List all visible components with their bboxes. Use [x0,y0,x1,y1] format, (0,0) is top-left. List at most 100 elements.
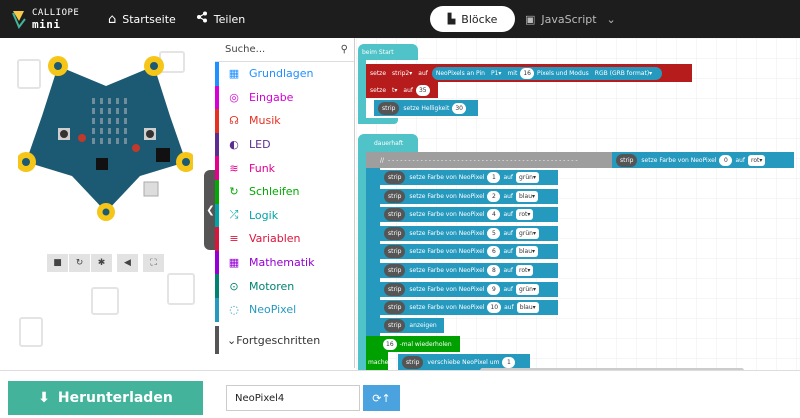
strip-pill[interactable]: strip [378,101,400,115]
repeat-block[interactable]: 16 -mal wiederholen [366,336,460,352]
color-text: blau [519,248,533,256]
color-dropdown[interactable]: grün ▾ [516,227,539,239]
pixel-count-field[interactable]: 16 [520,67,534,79]
category-motoren[interactable]: ⊙ Motoren [215,274,354,298]
pixel-index-field[interactable]: 0 [719,154,733,166]
chevron-down-icon: ⌄ [606,12,616,26]
download-button[interactable]: ⬇ Herunterladen [8,381,203,415]
pixel-index-field[interactable]: 9 [487,283,501,295]
strip-pill[interactable]: strip [384,282,406,296]
fullscreen-icon[interactable]: ⛶ [143,254,164,272]
blocks-workspace[interactable]: beim Start setze strip2 ▾ auf NeoPixels a… [356,38,800,370]
to-label: auf [503,211,514,219]
pixel-index-field[interactable]: 5 [487,227,501,239]
toolbox-search[interactable]: Suche... ⚲ [215,38,354,62]
strip-pill[interactable]: strip [384,189,406,203]
t-value-field[interactable]: 35 [415,84,430,96]
strip-pill[interactable]: strip [384,319,406,332]
restart-icon[interactable]: ↻ [69,254,90,272]
color-dropdown[interactable]: grün ▾ [516,283,539,295]
set-pixel-color-block[interactable]: strip setze Farbe von NeoPixel 10 auf blau ▾ [380,300,558,316]
color-dropdown[interactable]: blau ▾ [516,246,539,258]
set-brightness-block[interactable]: strip setze Helligkeit 30 [374,100,478,116]
category-logik[interactable]: ⤮ Logik [215,203,354,228]
pixel-index-field[interactable]: 10 [487,302,502,314]
strip-pill[interactable]: strip [616,153,638,167]
strip-pill[interactable]: strip [384,264,406,277]
chevron-left-icon: ❮ [206,204,215,216]
set-pixel-color-block[interactable]: strip setze Farbe von NeoPixel 8 auf rot ▾ [380,263,558,278]
strip-pill[interactable]: strip [384,208,406,222]
javascript-mode-button[interactable]: ▣ JavaScript ⌄ [525,13,616,26]
home-nav[interactable]: ⌂ Startseite [108,12,176,27]
set-t-block[interactable]: setze t ▾ auf 35 [366,82,438,98]
pixel-index-field[interactable]: 1 [487,172,501,183]
lines-icon: ≡ [229,232,239,246]
search-input[interactable]: Suche... [225,44,265,55]
sound-icon[interactable]: ◀ [117,254,138,272]
pin-dropdown[interactable]: P1 ▾ [487,67,505,79]
set-pixel-color-first[interactable]: strip setze Farbe von NeoPixel 0 auf rot… [612,152,794,168]
color-text: grün [519,229,533,237]
on-start-block[interactable]: beim Start [358,44,418,60]
color-text: blau [519,304,533,312]
category-funk[interactable]: ≋ Funk [215,156,354,180]
category-eingabe[interactable]: ◎ Eingabe [215,85,354,110]
calliope-board[interactable] [18,52,193,222]
debug-icon[interactable]: ✱ [91,254,112,272]
strip-var-text: strip2 [392,69,410,77]
strip-pill[interactable]: strip [384,301,406,315]
color-dropdown[interactable]: rot ▾ [516,265,534,276]
category-variablen[interactable]: ≡ Variablen [215,227,354,251]
strip-pill[interactable]: strip [384,171,406,184]
set-pixel-color-block[interactable]: strip setze Farbe von NeoPixel 5 auf grün ▾ [380,225,558,241]
brightness-value-field[interactable]: 30 [452,102,466,114]
show-block[interactable]: strip anzeigen [380,318,444,333]
comment-block[interactable]: // - - - - - - - - - - - - - - - - - - -… [366,152,612,168]
to-label: auf [735,156,746,164]
category-grundlagen[interactable]: ▦ Grundlagen [215,62,354,86]
simulator-controls: ■ ↻ ✱ ◀ ⛶ [47,254,165,272]
comment-dashes: - - - - - - - - - - - - - - - - - - - - … [388,156,578,164]
set-pixel-color-block[interactable]: strip setze Farbe von NeoPixel 6 auf blau ▾ [380,244,558,260]
calliope-logo[interactable]: CALLIOPE mini [0,8,108,31]
t-variable-dropdown[interactable]: t ▾ [389,84,401,96]
neopixel-create-block[interactable]: NeoPixels an Pin P1 ▾ mit 16 Pixels und M… [431,66,663,80]
color-dropdown[interactable]: grün ▾ [516,172,539,183]
save-button[interactable]: ⟳↑ [363,385,400,411]
strip-pill[interactable]: strip [384,226,406,240]
blocks-mode-button[interactable]: ▙ Blöcke [430,6,515,32]
share-nav[interactable]: Teilen [196,11,245,27]
color-dropdown[interactable]: blau ▾ [516,190,539,202]
shift-value-field[interactable]: 1 [502,356,516,368]
set-pixel-color-block[interactable]: strip setze Farbe von NeoPixel 2 auf blau ▾ [380,188,558,204]
set-pixel-color-block[interactable]: strip setze Farbe von NeoPixel 1 auf grün ▾ [380,170,558,185]
mode-dropdown[interactable]: RGB (GRB format) ▾ [591,67,656,79]
category-schleifen[interactable]: ↻ Schleifen [215,179,354,204]
forever-block[interactable]: dauerhaft [358,134,418,152]
category-advanced[interactable]: ⌄ Fortgeschritten [215,326,355,354]
category-neopixel[interactable]: ◌ NeoPixel [215,297,354,322]
category-mathematik[interactable]: ▦ Mathematik [215,250,354,275]
set-pixel-color-block[interactable]: strip setze Farbe von NeoPixel 4 auf rot ▾ [380,207,558,223]
set-strip-block[interactable]: setze strip2 ▾ auf NeoPixels an Pin P1 ▾ m… [366,64,692,82]
category-musik[interactable]: ☊ Musik [215,109,354,133]
set-pixel-color-block[interactable]: strip setze Farbe von NeoPixel 9 auf grün ▾ [380,281,558,297]
color-dropdown[interactable]: rot ▾ [516,209,534,221]
strip-pill[interactable]: strip [402,355,424,369]
category-led[interactable]: ◐ LED [215,132,354,157]
color-dropdown[interactable]: blau ▾ [516,302,539,314]
category-label: Mathematik [249,256,315,270]
repeat-count-field[interactable]: 16 [383,338,397,350]
pixel-index-field[interactable]: 4 [487,209,501,221]
strip-variable-dropdown[interactable]: strip2 ▾ [389,67,416,79]
logo-big-text: mini [32,17,61,31]
simulator-panel: ■ ↻ ✱ ◀ ⛶ [0,38,215,368]
pixel-index-field[interactable]: 6 [487,246,501,258]
pixel-index-field[interactable]: 8 [487,265,501,276]
color-dropdown[interactable]: rot ▾ [748,154,766,166]
stop-icon[interactable]: ■ [47,254,68,272]
project-name-input[interactable]: NeoPixel4 [226,385,360,411]
strip-pill[interactable]: strip [384,245,406,259]
pixel-index-field[interactable]: 2 [487,190,501,202]
